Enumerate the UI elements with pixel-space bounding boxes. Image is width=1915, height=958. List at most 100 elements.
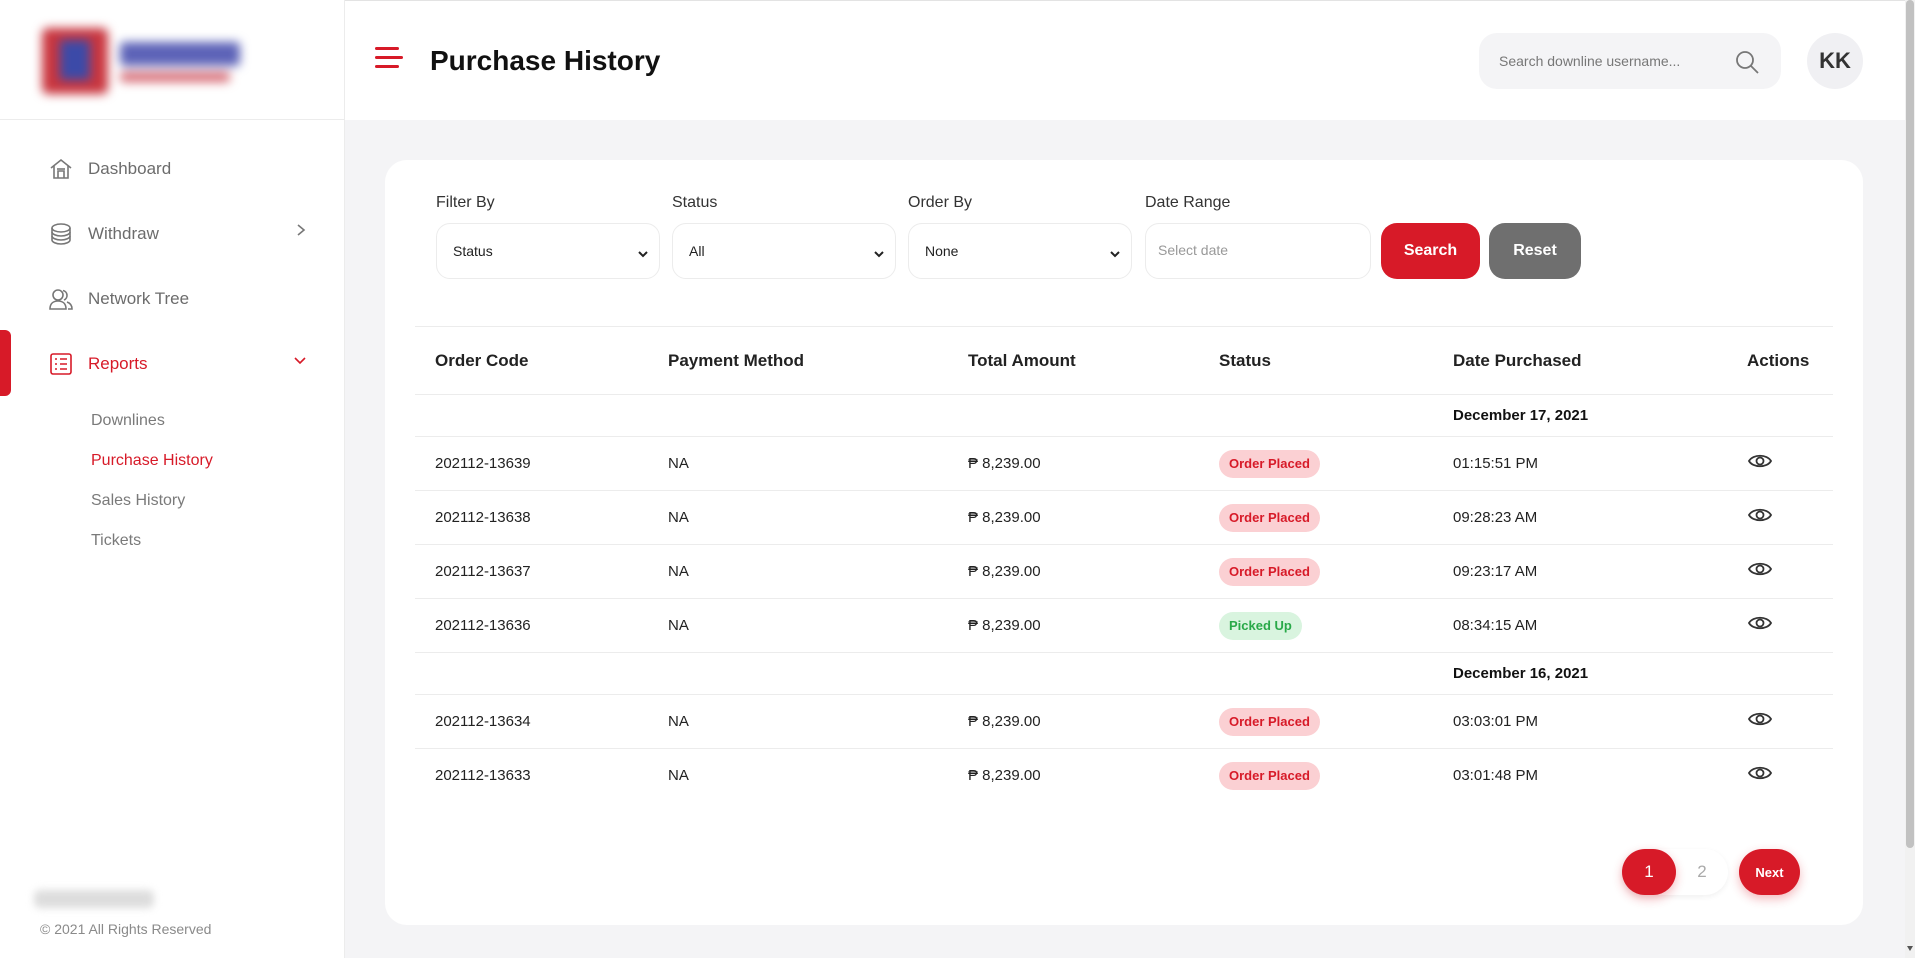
order-by-value: None <box>925 243 959 259</box>
total-amount: ₱ 8,239.00 <box>968 563 1041 580</box>
downline-search <box>1479 33 1781 89</box>
list-icon <box>48 351 74 377</box>
eye-icon[interactable] <box>1747 709 1773 734</box>
brand-logo[interactable] <box>42 28 242 94</box>
sidebar-subitem-purchase-history[interactable]: Purchase History <box>91 444 213 484</box>
column-header-actions: Actions <box>1747 351 1810 370</box>
order-code: 202112-13636 <box>435 617 531 634</box>
chevron-right-icon <box>295 223 307 242</box>
status-filter-label: Status <box>672 194 718 211</box>
chevron-down-icon <box>873 246 885 262</box>
status-badge: Order Placed <box>1219 762 1320 790</box>
sidebar-item-network-tree[interactable]: Network Tree <box>0 266 345 331</box>
eye-icon[interactable] <box>1747 559 1773 584</box>
eye-icon[interactable] <box>1747 613 1773 638</box>
order-code: 202112-13634 <box>435 713 531 730</box>
order-code: 202112-13637 <box>435 563 531 580</box>
table-row: 202112-13634 NA ₱ 8,239.00 Order Placed … <box>415 695 1833 749</box>
status-badge: Order Placed <box>1219 558 1320 586</box>
coins-icon <box>48 221 74 247</box>
purchase-time: 09:28:23 AM <box>1453 509 1538 526</box>
avatar[interactable]: KK <box>1807 33 1863 89</box>
search-button[interactable]: Search <box>1381 223 1480 279</box>
search-input[interactable] <box>1499 49 1719 73</box>
order-by-label: Order By <box>908 194 973 211</box>
sidebar-item-label: Reports <box>88 353 148 373</box>
chevron-down-icon <box>1109 246 1121 262</box>
status-filter-select[interactable]: All <box>672 223 896 279</box>
status-badge: Picked Up <box>1219 612 1302 640</box>
column-header-date-purchased: Date Purchased <box>1453 351 1582 370</box>
purchase-time: 01:15:51 PM <box>1453 455 1539 472</box>
purchase-time: 03:03:01 PM <box>1453 713 1539 730</box>
sidebar-subitem-sales-history[interactable]: Sales History <box>91 484 213 524</box>
footer-logo <box>34 890 154 908</box>
sidebar-subitem-tickets[interactable]: Tickets <box>91 524 213 564</box>
sidebar-item-label: Network Tree <box>88 288 190 308</box>
date-range-input[interactable] <box>1158 242 1348 258</box>
payment-method: NA <box>668 509 689 526</box>
next-page-button[interactable]: Next <box>1739 849 1800 895</box>
logo-area <box>0 0 344 120</box>
search-icon[interactable] <box>1733 48 1761 81</box>
payment-method: NA <box>668 617 689 634</box>
group-date: December 17, 2021 <box>1453 407 1589 424</box>
total-amount: ₱ 8,239.00 <box>968 767 1041 784</box>
filter-by-value: Status <box>453 243 493 259</box>
chevron-down-icon <box>293 353 307 371</box>
sidebar: Dashboard Withdraw Network Tree Reports <box>0 0 345 958</box>
status-badge: Order Placed <box>1219 450 1320 478</box>
total-amount: ₱ 8,239.00 <box>968 509 1041 526</box>
eye-icon[interactable] <box>1747 763 1773 788</box>
reports-subnav: Downlines Purchase History Sales History… <box>91 404 213 564</box>
status-badge: Order Placed <box>1219 708 1320 736</box>
copyright-text: © 2021 All Rights Reserved <box>40 921 212 937</box>
table-row: 202112-13639 NA ₱ 8,239.00 Order Placed … <box>415 437 1833 491</box>
eye-icon[interactable] <box>1747 505 1773 530</box>
column-header-order-code: Order Code <box>435 351 529 370</box>
date-range-field <box>1145 223 1371 279</box>
order-by-select[interactable]: None <box>908 223 1132 279</box>
sidebar-subitem-downlines[interactable]: Downlines <box>91 404 213 444</box>
column-header-status: Status <box>1219 351 1271 370</box>
purchase-history-card: Filter By Status Status All Order By Non… <box>385 160 1863 925</box>
purchase-time: 08:34:15 AM <box>1453 617 1538 634</box>
scroll-down-icon[interactable] <box>1907 946 1913 951</box>
scrollbar-thumb[interactable] <box>1906 0 1914 848</box>
sidebar-item-label: Withdraw <box>88 223 159 243</box>
table-row: 202112-13633 NA ₱ 8,239.00 Order Placed … <box>415 749 1833 803</box>
status-badge: Order Placed <box>1219 504 1320 532</box>
purchase-table: Order Code Payment Method Total Amount S… <box>415 326 1833 803</box>
eye-icon[interactable] <box>1747 451 1773 476</box>
date-group-header: December 16, 2021 <box>415 653 1833 695</box>
date-group-header: December 17, 2021 <box>415 395 1833 437</box>
sidebar-item-label: Dashboard <box>88 158 172 178</box>
purchase-time: 09:23:17 AM <box>1453 563 1538 580</box>
sidebar-item-reports[interactable]: Reports <box>0 331 345 396</box>
order-code: 202112-13633 <box>435 767 531 784</box>
menu-toggle-icon[interactable] <box>375 47 403 73</box>
chevron-down-icon <box>637 246 649 262</box>
sidebar-nav: Dashboard Withdraw Network Tree Reports <box>0 136 345 396</box>
table-row: 202112-13638 NA ₱ 8,239.00 Order Placed … <box>415 491 1833 545</box>
page-scrollbar[interactable] <box>1905 0 1915 958</box>
home-icon <box>48 156 74 182</box>
payment-method: NA <box>668 563 689 580</box>
table-row: 202112-13637 NA ₱ 8,239.00 Order Placed … <box>415 545 1833 599</box>
column-header-payment-method: Payment Method <box>668 351 805 370</box>
filter-by-select[interactable]: Status <box>436 223 660 279</box>
order-code: 202112-13639 <box>435 455 531 472</box>
topbar: Purchase History KK <box>345 0 1905 120</box>
page-2-button[interactable]: 2 <box>1675 849 1729 895</box>
table-header: Order Code Payment Method Total Amount S… <box>415 326 1833 395</box>
filter-by-label: Filter By <box>436 194 495 211</box>
group-date: December 16, 2021 <box>1453 665 1589 682</box>
sidebar-item-dashboard[interactable]: Dashboard <box>0 136 345 201</box>
page-title: Purchase History <box>430 45 661 76</box>
reset-button[interactable]: Reset <box>1489 223 1581 279</box>
total-amount: ₱ 8,239.00 <box>968 617 1041 634</box>
sidebar-item-withdraw[interactable]: Withdraw <box>0 201 345 266</box>
total-amount: ₱ 8,239.00 <box>968 713 1041 730</box>
page-1-button[interactable]: 1 <box>1622 849 1676 895</box>
total-amount: ₱ 8,239.00 <box>968 455 1041 472</box>
